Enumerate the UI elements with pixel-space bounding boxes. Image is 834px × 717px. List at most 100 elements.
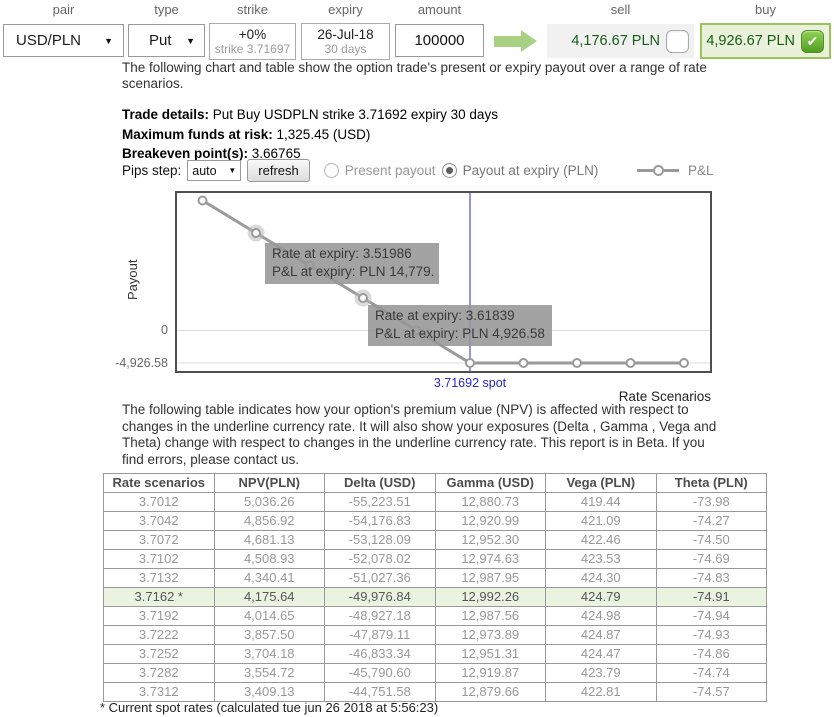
strike-column-label: strike [236, 2, 269, 17]
payout-at-expiry-label: Payout at expiry (PLN) [462, 163, 599, 178]
payout-at-expiry-radio[interactable] [441, 163, 457, 178]
buy-price-box[interactable]: 4,926.67 PLN ✔ [700, 23, 831, 59]
table-row: 3.7042 4,856.92 -54,176.83 12,920.99 421.09-… [103, 511, 767, 531]
table-header-cell: Theta (PLN) [655, 473, 767, 493]
sell-price-box[interactable]: 4,176.67 PLN [547, 24, 694, 58]
refresh-button[interactable]: refresh [247, 159, 310, 182]
present-payout-radio[interactable] [323, 163, 339, 178]
chevron-down-icon: ▼ [104, 35, 113, 46]
table-cell: 424.79 [545, 587, 657, 607]
chevron-down-icon: ▼ [186, 35, 195, 46]
table-header-cell: Delta (USD) [324, 473, 436, 493]
legend-line-icon [637, 165, 679, 176]
buy-checkbox-checked[interactable]: ✔ [801, 29, 824, 53]
intro-paragraph: The following chart and table show the o… [122, 60, 707, 91]
table-intro-paragraph: The following table indicates how your o… [122, 402, 717, 467]
table-cell: 12,987.95 [434, 568, 546, 588]
table-cell: 12,920.99 [434, 511, 546, 531]
table-row: 3.7222 3,857.50 -47,879.11 12,973.89 424.87-… [103, 625, 767, 645]
table-cell: -51,027.36 [324, 568, 436, 588]
table-cell: 12,992.26 [434, 587, 546, 607]
chart-point[interactable] [251, 228, 262, 239]
table-header-row: Rate scenarios NPV(PLN) Delta (USD) Gamma (… [103, 473, 767, 493]
table-row: 3.7252 3,704.18 -46,833.34 12,951.31 424.47-… [103, 644, 767, 664]
table-cell: 424.98 [545, 606, 657, 626]
table-cell: 3.7042 [103, 511, 215, 531]
expiry-box[interactable]: 26-Jul-18 30 days [301, 23, 390, 60]
table-cell: 12,879.66 [434, 682, 546, 702]
table-cell: 3,409.13 [213, 682, 325, 702]
options-payout-page: pair type strike expiry amount sell buy … [0, 0, 834, 717]
table-cell: -74.50 [655, 530, 767, 550]
pair-select[interactable]: USD/PLN ▼ [3, 24, 124, 57]
table-cell: -74.91 [655, 587, 767, 607]
strike-box[interactable]: +0% strike 3.71697 [209, 23, 296, 60]
table-cell: 12,880.73 [434, 492, 546, 512]
table-cell: -47,879.11 [324, 625, 436, 645]
sell-column-label: sell [610, 2, 631, 17]
table-cell: 3.7102 [103, 549, 215, 569]
y-axis-title: Payout [125, 259, 140, 301]
chart-point[interactable] [518, 358, 529, 369]
table-cell: 424.47 [545, 644, 657, 664]
pips-step-label: Pips step: [122, 163, 182, 178]
table-cell: 3.7012 [103, 492, 215, 512]
pips-step-select[interactable]: auto ▼ [187, 160, 242, 181]
table-cell: 12,919.87 [434, 663, 546, 683]
table-cell: -52,078.02 [324, 549, 436, 569]
payout-chart[interactable]: Rate at expiry: 3.51986 P&L at expiry: P… [175, 191, 712, 373]
table-cell: -53,128.09 [324, 530, 436, 550]
table-cell: -49,976.84 [324, 587, 436, 607]
table-header-cell: Gamma (USD) [434, 473, 546, 493]
table-cell: -46,833.34 [324, 644, 436, 664]
strike-percent: +0% [238, 26, 267, 42]
chart-point[interactable] [571, 358, 582, 369]
table-cell: 423.53 [545, 549, 657, 569]
expiry-column-label: expiry [328, 2, 363, 17]
table-cell: 3.7222 [103, 625, 215, 645]
table-row: 3.7012 5,036.26 -55,223.51 12,880.73 419.44-… [103, 492, 767, 512]
chevron-down-icon: ▼ [228, 166, 237, 175]
chart-point[interactable] [197, 195, 208, 206]
table-cell: 421.09 [545, 511, 657, 531]
table-cell: -74.74 [655, 663, 767, 683]
expiry-date: 26-Jul-18 [317, 26, 374, 42]
amount-input[interactable] [395, 24, 484, 57]
spot-rate-footnote: * Current spot rates (calculated tue jun… [100, 700, 439, 715]
table-cell: 4,175.64 [213, 587, 325, 607]
chart-point[interactable] [358, 292, 369, 303]
amount-column-label: amount [417, 2, 462, 17]
table-cell: 3,704.18 [213, 644, 325, 664]
tooltip-pnl: P&L at expiry: PLN 4,926.58 [375, 325, 545, 341]
y-tick-zero: 0 [161, 323, 168, 337]
max-risk-value: 1,325.45 (USD) [272, 126, 371, 142]
trade-details-line: Trade details: Put Buy USDPLN strike 3.7… [122, 105, 498, 125]
table-cell: 3,857.50 [213, 625, 325, 645]
table-cell: -48,927.18 [324, 606, 436, 626]
legend-point-icon [653, 165, 664, 176]
buy-price: 4,926.67 PLN [706, 33, 795, 49]
pair-select-value: USD/PLN [16, 32, 82, 49]
sell-checkbox[interactable] [666, 29, 689, 53]
chart-point[interactable] [465, 358, 475, 369]
table-row: 3.7072 4,681.13 -53,128.09 12,952.30 422.46-… [103, 530, 767, 550]
tooltip-rate: Rate at expiry: 3.61839 [375, 308, 515, 323]
type-select[interactable]: Put ▼ [128, 24, 205, 57]
chart-point[interactable] [625, 358, 636, 369]
greeks-table: Rate scenarios NPV(PLN) Delta (USD) Gamma (… [103, 473, 767, 702]
table-row: 3.7192 4,014.65 -48,927.18 12,987.56 424.98-… [103, 606, 767, 626]
table-cell: 12,952.30 [434, 530, 546, 550]
chart-point[interactable] [678, 358, 689, 369]
table-cell: 422.81 [545, 682, 657, 702]
table-cell: 3,554.72 [213, 663, 325, 683]
table-cell: 422.46 [545, 530, 657, 550]
table-cell: 423.79 [545, 663, 657, 683]
table-cell: -74.93 [655, 625, 767, 645]
table-cell: 4,014.65 [213, 606, 325, 626]
tooltip-rate: Rate at expiry: 3.51986 [272, 246, 412, 261]
chart-tooltip: Rate at expiry: 3.51986 P&L at expiry: P… [265, 243, 439, 284]
table-cell: 3.7162 * [103, 587, 215, 607]
table-cell: 3.7072 [103, 530, 215, 550]
pips-step-row: Pips step: auto ▼ refresh Present payout… [122, 158, 598, 183]
table-cell: 4,508.93 [213, 549, 325, 569]
